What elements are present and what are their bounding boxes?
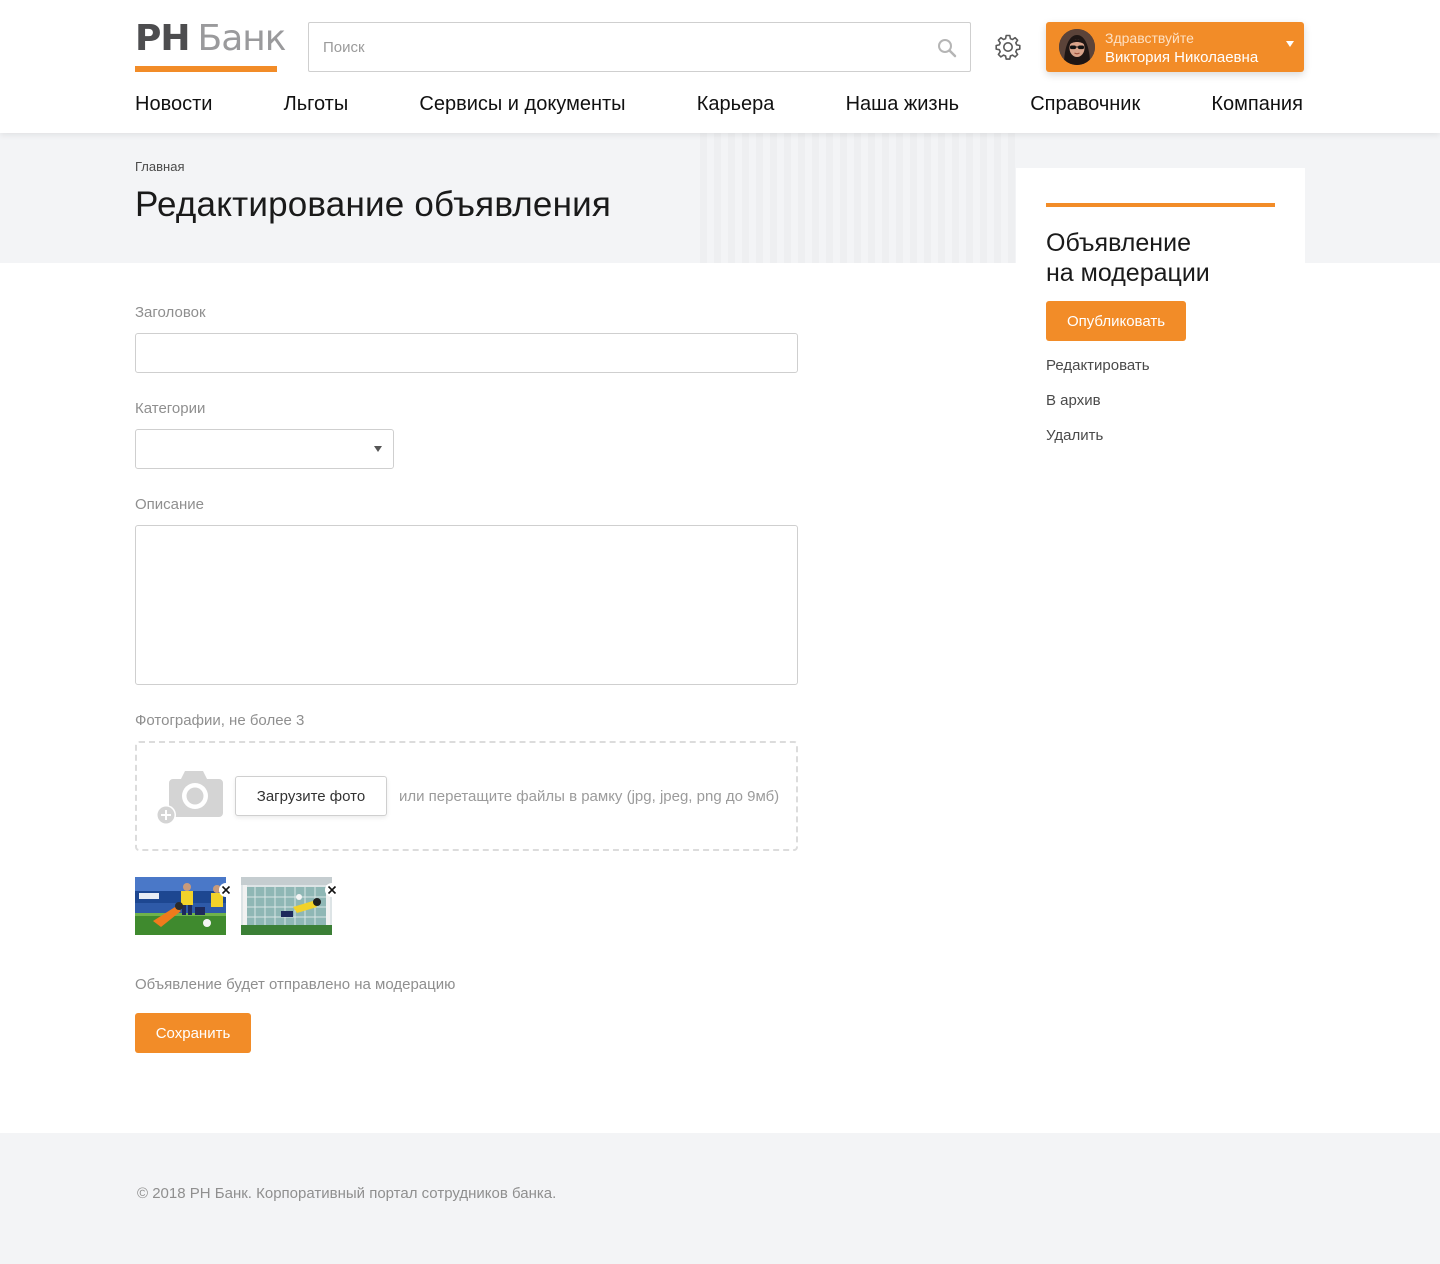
site-header: РНБанк Здравству [0,0,1440,133]
user-name: Виктория Николаевна [1105,49,1259,66]
close-icon[interactable] [219,883,233,897]
nav-item-directory[interactable]: Справочник [1030,90,1140,120]
close-icon[interactable] [325,883,339,897]
breadcrumb-home[interactable]: Главная [135,159,184,174]
category-label: Категории [135,400,206,417]
panel-accent-bar [1046,203,1275,207]
photos-label: Фотографии, не более 3 [135,712,305,729]
panel-title-line1: Объявление [1046,229,1191,257]
description-label: Описание [135,496,205,513]
description-input[interactable] [135,525,798,685]
save-button[interactable]: Сохранить [135,1013,251,1053]
nav-item-services[interactable]: Сервисы и документы [419,90,625,120]
archive-link[interactable]: В архив [1046,392,1101,409]
panel-title-line2: на модерации [1046,259,1210,287]
logo-primary: РН [135,18,191,59]
logo-underline [135,66,277,72]
nav-item-news[interactable]: Новости [135,90,212,120]
chevron-down-icon [374,446,382,452]
logo[interactable]: РН Банк [135,18,287,72]
main-nav: Новости Льготы Сервисы и документы Карье… [135,90,1303,120]
avatar [1059,29,1095,65]
photo-thumbnail-2[interactable] [241,877,332,935]
moderation-panel: Объявление на модерации Опубликовать Ред… [1016,168,1305,468]
nav-item-company[interactable]: Компания [1211,90,1303,120]
logo-text: РН Банк [135,18,287,60]
logo-secondary: Банк [197,18,287,59]
chevron-down-icon[interactable] [1286,41,1294,47]
delete-link[interactable]: Удалить [1046,427,1103,444]
panel-title: Объявление на модерации [1046,228,1276,288]
site-footer: © 2018 РН Банк. Корпоративный портал сот… [0,1133,1440,1264]
search-input[interactable] [309,23,970,71]
category-select[interactable] [135,429,394,469]
title-label: Заголовок [135,304,206,321]
upload-photo-button[interactable]: Загрузите фото [235,776,387,816]
photo-dropzone[interactable]: Загрузите фото или перетащите файлы в ра… [135,741,798,851]
copyright: © 2018 РН Банк. Корпоративный портал сот… [137,1185,557,1202]
hero-pattern [700,133,1020,263]
search-box [308,22,971,72]
photo-thumbnail-1[interactable] [135,877,226,935]
search-icon[interactable] [937,38,957,58]
publish-button[interactable]: Опубликовать [1046,301,1186,341]
nav-item-our-life[interactable]: Наша жизнь [846,90,959,120]
camera-add-icon [156,771,223,825]
gear-icon[interactable] [994,33,1022,61]
moderation-note: Объявление будет отправлено на модерацию [135,976,456,993]
page-title: Редактирование объявления [135,185,612,224]
drop-hint: или перетащите файлы в рамку (jpg, jpeg,… [399,788,780,805]
user-menu[interactable]: Здравствуйте Виктория Николаевна [1046,22,1304,72]
title-input[interactable] [135,333,798,373]
edit-link[interactable]: Редактировать [1046,357,1150,374]
nav-item-benefits[interactable]: Льготы [284,90,349,120]
nav-item-career[interactable]: Карьера [697,90,775,120]
user-greeting: Здравствуйте [1105,30,1194,46]
